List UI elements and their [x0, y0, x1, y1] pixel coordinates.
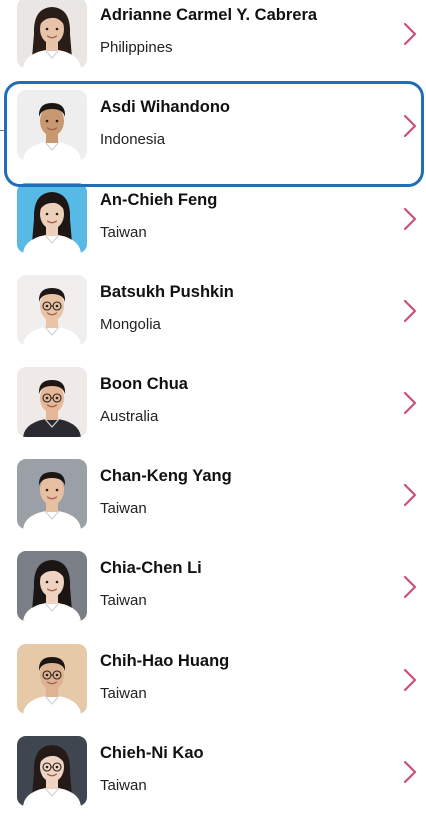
- person-name: Asdi Wihandono: [100, 98, 231, 116]
- chevron-right-icon[interactable]: [402, 206, 418, 232]
- person-name: Chieh-Ni Kao: [100, 744, 204, 762]
- avatar: [17, 736, 87, 806]
- person-country: Australia: [100, 408, 159, 425]
- person-country: Mongolia: [100, 316, 161, 333]
- list-item[interactable]: Chan-Keng Yang Taiwan: [0, 459, 426, 551]
- list-item[interactable]: Chieh-Ni Kao Taiwan: [0, 736, 426, 828]
- list-item[interactable]: Chih-Hao Huang Taiwan: [0, 644, 426, 736]
- avatar: [17, 0, 87, 68]
- chevron-right-icon[interactable]: [402, 574, 418, 600]
- avatar: [17, 275, 87, 345]
- person-name: An-Chieh Feng: [100, 191, 218, 209]
- chevron-right-icon[interactable]: [402, 667, 418, 693]
- list-item[interactable]: Boon Chua Australia: [0, 367, 426, 459]
- avatar: [17, 644, 87, 714]
- list-item[interactable]: Asdi Wihandono Indonesia: [0, 90, 426, 182]
- chevron-right-icon[interactable]: [402, 113, 418, 139]
- avatar: [17, 551, 87, 621]
- person-name: Adrianne Carmel Y. Cabrera: [100, 6, 318, 24]
- avatar: [17, 459, 87, 529]
- person-name: Chih-Hao Huang: [100, 652, 230, 670]
- person-name: Chan-Keng Yang: [100, 467, 232, 485]
- person-country: Philippines: [100, 39, 173, 56]
- list-item[interactable]: An-Chieh Feng Taiwan: [0, 183, 426, 275]
- people-list: Adrianne Carmel Y. Cabrera Philippines Asd…: [0, 0, 426, 806]
- person-country: Taiwan: [100, 777, 147, 794]
- list-item[interactable]: Adrianne Carmel Y. Cabrera Philippines: [0, 0, 426, 90]
- person-name: Chia-Chen Li: [100, 559, 202, 577]
- chevron-right-icon[interactable]: [402, 298, 418, 324]
- avatar: [17, 90, 87, 160]
- person-country: Taiwan: [100, 224, 147, 241]
- edge-marker: [0, 130, 4, 131]
- person-name: Batsukh Pushkin: [100, 283, 234, 301]
- avatar: [17, 183, 87, 253]
- person-country: Taiwan: [100, 500, 147, 517]
- person-country: Taiwan: [100, 592, 147, 609]
- avatar: [17, 367, 87, 437]
- chevron-right-icon[interactable]: [402, 390, 418, 416]
- list-item[interactable]: Chia-Chen Li Taiwan: [0, 551, 426, 643]
- person-country: Taiwan: [100, 685, 147, 702]
- chevron-right-icon[interactable]: [402, 21, 418, 47]
- person-name: Boon Chua: [100, 375, 188, 393]
- chevron-right-icon[interactable]: [402, 482, 418, 508]
- person-country: Indonesia: [100, 131, 166, 148]
- list-item[interactable]: Batsukh Pushkin Mongolia: [0, 275, 426, 367]
- chevron-right-icon[interactable]: [402, 759, 418, 785]
